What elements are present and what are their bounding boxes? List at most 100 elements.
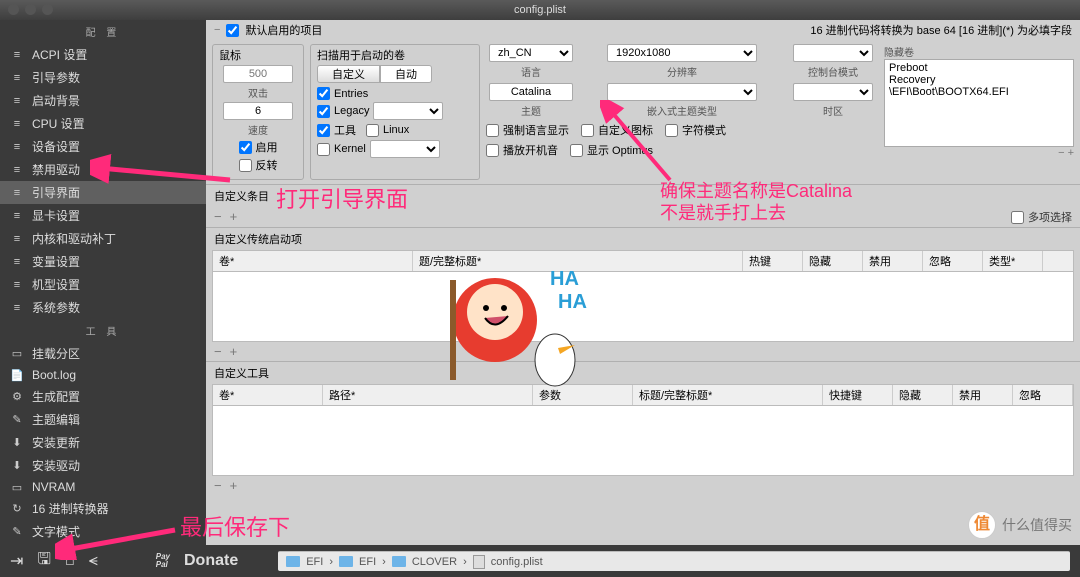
traffic-lights[interactable] [8, 4, 53, 15]
minus-icon[interactable]: − [214, 24, 220, 36]
folder-icon [392, 556, 406, 567]
minus-button[interactable]: − [214, 209, 222, 225]
sidebar-item-boot-graphics[interactable]: ≡启动背景 [0, 89, 206, 112]
sidebar-item-kernel-patches[interactable]: ≡内核和驱动补丁 [0, 227, 206, 250]
list-icon: ⬇ [10, 437, 24, 449]
custom-icon-checkbox[interactable]: 自定义图标 [581, 122, 653, 138]
console-mode-select[interactable] [793, 44, 873, 62]
sidebar-item-smbios[interactable]: ≡机型设置 [0, 273, 206, 296]
sidebar-item-cpu[interactable]: ≡CPU 设置 [0, 112, 206, 135]
mouse-invert-checkbox[interactable]: 反转 [239, 157, 278, 173]
scan-kernel-checkbox[interactable]: Kernel [317, 143, 366, 156]
list-icon: ✎ [10, 414, 24, 426]
custom-legacy-header: 自定义传统启动项 [206, 227, 1080, 250]
list-icon: ▭ [10, 348, 24, 360]
char-mode-checkbox[interactable]: 字符模式 [665, 122, 726, 138]
list-icon: ≡ [10, 302, 24, 314]
list-icon: ≡ [10, 72, 24, 84]
list-icon: ⚙ [10, 391, 24, 403]
minus-button[interactable]: − [214, 344, 222, 359]
custom-entries-header: 自定义条目 [206, 184, 1080, 207]
save-icon[interactable]: 🖫 [37, 548, 51, 575]
mouse-enable-checkbox[interactable]: 启用 [239, 139, 278, 155]
sidebar-item-acpi[interactable]: ≡ACPI 设置 [0, 43, 206, 66]
timezone-select[interactable] [793, 83, 873, 101]
hidden-volumes-group: 隐藏卷 PrebootRecovery\EFI\Boot\BOOTX64.EFI… [884, 44, 1074, 180]
sidebar-item-devices[interactable]: ≡设备设置 [0, 135, 206, 158]
paypal-icon[interactable]: Pay Pal [156, 553, 170, 569]
folder-icon [339, 556, 353, 567]
list-icon: ≡ [10, 49, 24, 61]
sidebar-item-bootlog[interactable]: 📄Boot.log [0, 365, 206, 385]
theme-input[interactable] [489, 83, 573, 101]
home-icon[interactable]: ⌂ [65, 552, 75, 570]
tools-table-header: 卷*路径*参数标题/完整标题*快捷键隐藏禁用忽略 [212, 384, 1074, 406]
footer-toolbar: ⇥ 🖫 ⌂ ⪪ Pay Pal Donate EFI› EFI› CLOVER›… [0, 545, 1080, 577]
scan-entries-checkbox[interactable]: Entries [317, 87, 473, 100]
scan-tool-checkbox[interactable]: 工具 [317, 122, 356, 138]
main-content: − 默认启用的项目 16 进制代码将转换为 base 64 [16 进制](*)… [206, 20, 1080, 545]
multiselect-checkbox[interactable]: 多项选择 [1011, 209, 1072, 225]
mouse-speed-input[interactable] [223, 102, 293, 120]
sidebar-item-rt-variables[interactable]: ≡变量设置 [0, 250, 206, 273]
sidebar-item-graphics[interactable]: ≡显卡设置 [0, 204, 206, 227]
list-icon: ≡ [10, 164, 24, 176]
plus-button[interactable]: + [230, 478, 238, 493]
list-item[interactable]: Recovery [889, 74, 1069, 86]
sidebar-item-install-update[interactable]: ⬇安装更新 [0, 431, 206, 454]
scan-auto-button[interactable]: 自动 [380, 65, 432, 83]
sidebar-item-hex-converter[interactable]: ↻16 进制转换器 [0, 497, 206, 520]
drive-icon [286, 556, 300, 567]
minus-button[interactable]: − [214, 478, 222, 493]
plus-button[interactable]: + [230, 344, 238, 359]
mouse-group: 鼠标 双击 速度 启用 反转 [212, 44, 304, 180]
sidebar-item-nvram[interactable]: ▭NVRAM [0, 477, 206, 497]
sidebar-item-system-parameters[interactable]: ≡系统参数 [0, 296, 206, 319]
legacy-table-header: 卷*题/完整标题*热键隐藏禁用忽略类型* [212, 250, 1074, 272]
hint-text: 16 进制代码将转换为 base 64 [16 进制](*) 为必填字段 [810, 22, 1072, 38]
force-lang-checkbox[interactable]: 强制语言显示 [486, 122, 569, 138]
sidebar-item-install-drivers[interactable]: ⬇安装驱动 [0, 454, 206, 477]
list-icon: ✎ [10, 526, 24, 538]
tools-table-body[interactable] [212, 406, 1074, 476]
mouse-doubleclick-input[interactable] [223, 65, 293, 83]
sidebar-item-boot-args[interactable]: ≡引导参数 [0, 66, 206, 89]
sidebar-item-kexts-install[interactable]: 🔧Kexts 安装 [0, 543, 206, 545]
scan-legacy-select[interactable] [373, 102, 443, 120]
sidebar-item-text-mode[interactable]: ✎文字模式 [0, 520, 206, 543]
share-icon[interactable]: ⪪ [89, 552, 98, 570]
scan-custom-button[interactable]: 自定义 [317, 65, 380, 83]
watermark: 值 什么值得买 [968, 511, 1072, 539]
scan-legacy-checkbox[interactable]: Legacy [317, 105, 369, 118]
embed-theme-select[interactable] [607, 83, 757, 101]
sidebar-item-gui[interactable]: ≡引导界面 [0, 181, 206, 204]
sidebar-section-tools: 工 具 [0, 319, 206, 342]
plus-button[interactable]: + [230, 209, 238, 225]
sidebar-item-theme-editor[interactable]: ✎主题编辑 [0, 408, 206, 431]
default-enabled-checkbox[interactable]: 默认启用的项目 [226, 22, 322, 38]
list-icon: ≡ [10, 279, 24, 291]
scan-kernel-select[interactable] [370, 140, 440, 158]
sidebar-item-disable-drivers[interactable]: ≡禁用驱动 [0, 158, 206, 181]
language-select[interactable]: zh_CN [489, 44, 573, 62]
list-icon: ≡ [10, 233, 24, 245]
show-optimus-checkbox[interactable]: 显示 Optimus [570, 142, 653, 158]
legacy-table-body[interactable] [212, 272, 1074, 342]
window-titlebar: config.plist [0, 0, 1080, 20]
scan-group: 扫描用于启动的卷 自定义 自动 Entries Legacy 工具 Linux … [310, 44, 480, 180]
list-item[interactable]: \EFI\Boot\BOOTX64.EFI [889, 86, 1069, 98]
donate-button[interactable]: Donate [184, 552, 238, 570]
play-sound-checkbox[interactable]: 播放开机音 [486, 142, 558, 158]
list-icon: ↻ [10, 503, 24, 515]
list-icon: ▭ [10, 481, 24, 493]
sidebar-item-generate-config[interactable]: ⚙生成配置 [0, 385, 206, 408]
hidden-volumes-list[interactable]: PrebootRecovery\EFI\Boot\BOOTX64.EFI [884, 59, 1074, 147]
scan-linux-checkbox[interactable]: Linux [366, 122, 409, 138]
custom-tools-header: 自定义工具 [206, 361, 1080, 384]
list-icon: ≡ [10, 256, 24, 268]
resolution-select[interactable]: 1920x1080 [607, 44, 757, 62]
list-item[interactable]: Preboot [889, 62, 1069, 74]
sidebar-item-mount-efi[interactable]: ▭挂载分区 [0, 342, 206, 365]
list-icon: 📄 [10, 369, 24, 381]
export-icon[interactable]: ⇥ [10, 551, 23, 571]
